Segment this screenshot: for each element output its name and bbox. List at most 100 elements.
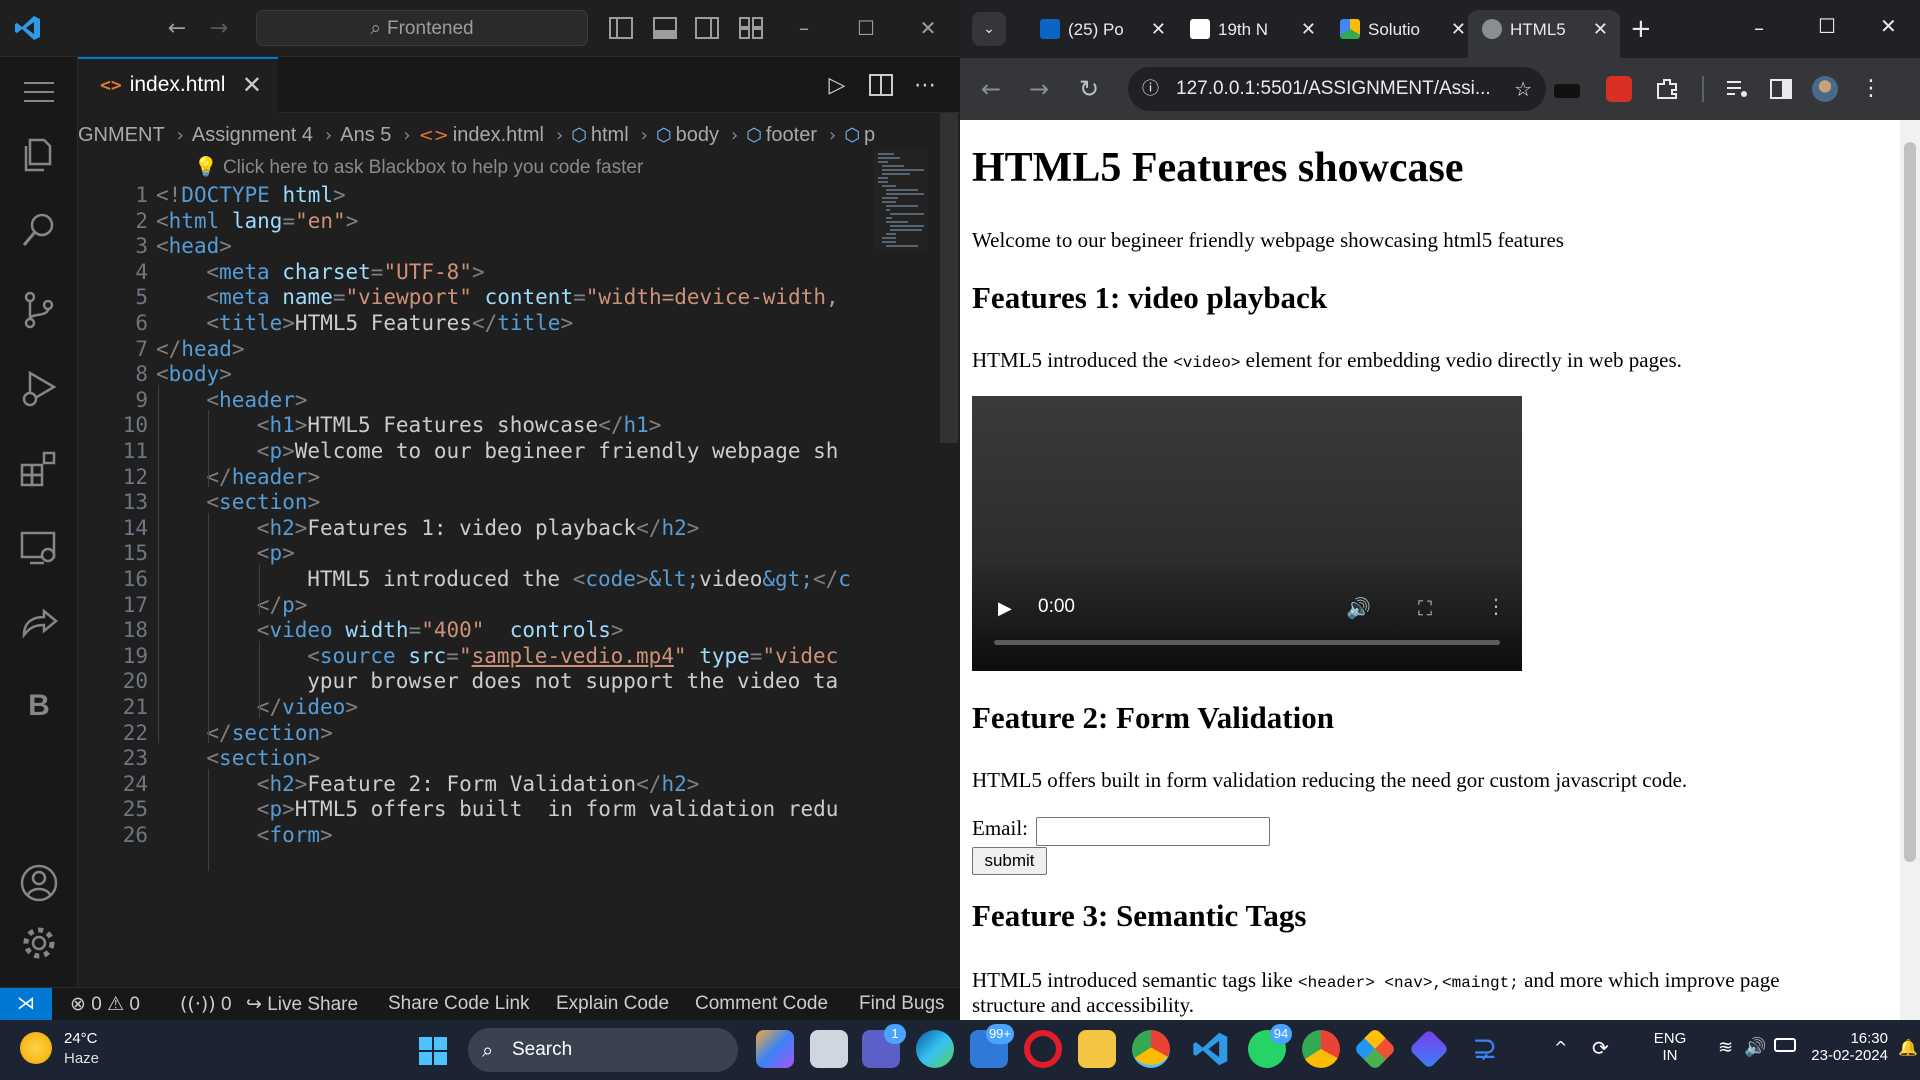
bookmark-star-icon[interactable]: ☆ <box>1514 67 1532 111</box>
toggle-secondary-sidebar-icon[interactable] <box>694 16 720 40</box>
submit-button[interactable]: submit <box>972 847 1047 875</box>
command-center[interactable]: ⌕ Frontened <box>256 10 588 46</box>
breadcrumb-item[interactable]: html <box>591 124 629 146</box>
notification-bell-icon[interactable]: 🔔 <box>1898 1038 1918 1057</box>
whatsapp-icon[interactable]: 94 <box>1248 1024 1292 1068</box>
video-player[interactable]: ▶ 0:00 🔊 ⛶ ⋮ <box>972 396 1522 671</box>
video-progress-track[interactable] <box>994 640 1500 645</box>
reload-icon[interactable]: ↻ <box>1074 74 1104 104</box>
task-view-icon[interactable] <box>810 1030 848 1068</box>
split-editor-icon[interactable] <box>868 73 894 97</box>
forward-icon[interactable]: → <box>1024 74 1054 104</box>
minimize-icon[interactable]: – <box>1754 16 1764 40</box>
sync-icon[interactable]: ⟳ <box>1592 1036 1609 1060</box>
teams-icon[interactable]: 1 <box>862 1024 906 1068</box>
ports-indicator[interactable]: ((·)) 0 <box>180 988 232 1021</box>
back-icon[interactable]: ← <box>164 16 190 42</box>
profile-avatar[interactable] <box>1812 76 1838 102</box>
blackbox-icon[interactable]: B <box>18 685 60 727</box>
weather-widget[interactable]: 24°C Haze <box>20 1028 130 1072</box>
opera-icon[interactable] <box>1024 1030 1062 1068</box>
media-control-icon[interactable] <box>1724 76 1750 102</box>
source-control-icon[interactable] <box>18 289 60 331</box>
close-tab-icon[interactable]: ✕ <box>1151 10 1166 50</box>
back-icon[interactable]: ← <box>976 74 1006 104</box>
editor-scrollbar[interactable] <box>940 113 958 443</box>
file-explorer-icon[interactable] <box>1078 1030 1116 1068</box>
breadcrumb-item[interactable]: body <box>676 124 719 146</box>
tab-index-html[interactable]: <> index.html ✕ <box>78 57 278 113</box>
fullscreen-icon[interactable]: ⛶ <box>1418 596 1432 620</box>
settings-gear-icon[interactable] <box>18 922 60 964</box>
explorer-icon[interactable] <box>18 132 60 174</box>
customize-layout-icon[interactable] <box>738 16 764 40</box>
chrome-taskbar-icon[interactable] <box>1132 1030 1170 1068</box>
code-editor[interactable]: 1 <!DOCTYPE html> 2 <html lang="en"> 3 <head>… <box>78 180 878 988</box>
extension-icon[interactable] <box>1554 84 1580 98</box>
extensions-icon[interactable] <box>18 447 60 489</box>
chrome-profile-icon[interactable] <box>1302 1030 1340 1068</box>
explain-code-button[interactable]: Explain Code <box>556 988 669 1020</box>
volume-icon[interactable]: 🔊 <box>1744 1037 1766 1058</box>
minimize-icon[interactable]: – <box>790 14 818 42</box>
mail-icon[interactable]: 99+ <box>970 1024 1014 1068</box>
breadcrumb-item[interactable]: index.html <box>453 124 544 146</box>
close-tab-icon[interactable]: ✕ <box>1301 10 1316 50</box>
forward-icon[interactable]: → <box>206 16 232 42</box>
wifi-icon[interactable]: ≋ <box>1718 1037 1733 1058</box>
extension-red-icon[interactable] <box>1606 76 1632 102</box>
close-tab-icon[interactable]: ✕ <box>1451 10 1466 50</box>
chrome-menu-icon[interactable]: ⋮ <box>1860 76 1882 101</box>
taskbar-search[interactable]: ⌕ Search <box>468 1028 738 1072</box>
email-field[interactable] <box>1036 817 1270 846</box>
find-bugs-button[interactable]: Find Bugs <box>859 988 945 1020</box>
run-file-icon[interactable]: ▷ <box>822 71 852 101</box>
page-scrollbar[interactable] <box>1900 120 1920 1020</box>
git-tool-icon[interactable] <box>1353 1027 1397 1071</box>
chrome-tab-solution[interactable]: Solutio ✕ <box>1328 10 1478 58</box>
close-window-icon[interactable]: ✕ <box>1880 14 1897 38</box>
live-share-button[interactable]: ↪ Live Share <box>246 988 358 1021</box>
extensions-puzzle-icon[interactable] <box>1654 76 1680 102</box>
remote-desktop-icon[interactable]: ⊋ <box>1466 1030 1504 1068</box>
share-code-link-button[interactable]: Share Code Link <box>388 988 530 1020</box>
scrollbar-thumb[interactable] <box>1904 142 1916 862</box>
copilot-icon[interactable] <box>756 1030 794 1068</box>
breadcrumb-item[interactable]: GNMENT <box>78 124 165 146</box>
code-line[interactable]: 26 <form> <box>78 820 878 851</box>
chrome-tab-html5[interactable]: HTML5 ✕ <box>1468 10 1620 58</box>
account-icon[interactable] <box>18 862 60 904</box>
comment-code-button[interactable]: Comment Code <box>695 988 828 1020</box>
site-info-icon[interactable]: ⓘ <box>1142 67 1159 111</box>
new-tab-icon[interactable]: + <box>1630 14 1652 44</box>
breadcrumb-item[interactable]: Assignment 4 <box>192 124 313 146</box>
remote-indicator-icon[interactable]: ⋊ <box>0 988 52 1021</box>
search-icon[interactable] <box>18 209 60 251</box>
address-bar[interactable]: ⓘ 127.0.0.1:5501/ASSIGNMENT/Assi... ☆ <box>1128 67 1546 111</box>
breadcrumb-item[interactable]: footer <box>766 124 817 146</box>
close-tab-icon[interactable]: ✕ <box>1593 10 1608 50</box>
menu-icon[interactable] <box>20 77 58 107</box>
chevron-up-icon[interactable]: ^ <box>1554 1038 1567 1057</box>
tab-search-icon[interactable]: ⌄ <box>972 12 1006 46</box>
vscode-taskbar-icon[interactable] <box>1192 1030 1230 1068</box>
volume-icon[interactable]: 🔊 <box>1346 596 1371 620</box>
close-window-icon[interactable]: ✕ <box>914 14 942 42</box>
app-icon[interactable] <box>1408 1028 1450 1070</box>
maximize-icon[interactable]: ☐ <box>1818 14 1836 38</box>
side-panel-icon[interactable] <box>1768 76 1794 102</box>
remote-explorer-icon[interactable] <box>18 527 60 569</box>
play-icon[interactable]: ▶ <box>998 598 1012 619</box>
edge-icon[interactable] <box>916 1030 954 1068</box>
chrome-tab-19th[interactable]: 19th N ✕ <box>1178 10 1328 58</box>
toggle-panel-icon[interactable] <box>652 16 678 40</box>
breadcrumb-item[interactable]: p <box>864 124 875 146</box>
toggle-sidebar-icon[interactable] <box>608 16 634 40</box>
language-indicator[interactable]: ENG IN <box>1648 1030 1692 1064</box>
maximize-icon[interactable]: ☐ <box>852 14 880 42</box>
blackbox-hint[interactable]: 💡 Click here to ask Blackbox to help you… <box>194 155 643 179</box>
more-actions-icon[interactable]: ⋯ <box>910 71 940 101</box>
clock[interactable]: 16:30 23-02-2024 <box>1808 1030 1888 1064</box>
more-options-icon[interactable]: ⋮ <box>1486 594 1506 618</box>
problems-indicator[interactable]: ⊗ 0 ⚠ 0 <box>70 988 140 1021</box>
